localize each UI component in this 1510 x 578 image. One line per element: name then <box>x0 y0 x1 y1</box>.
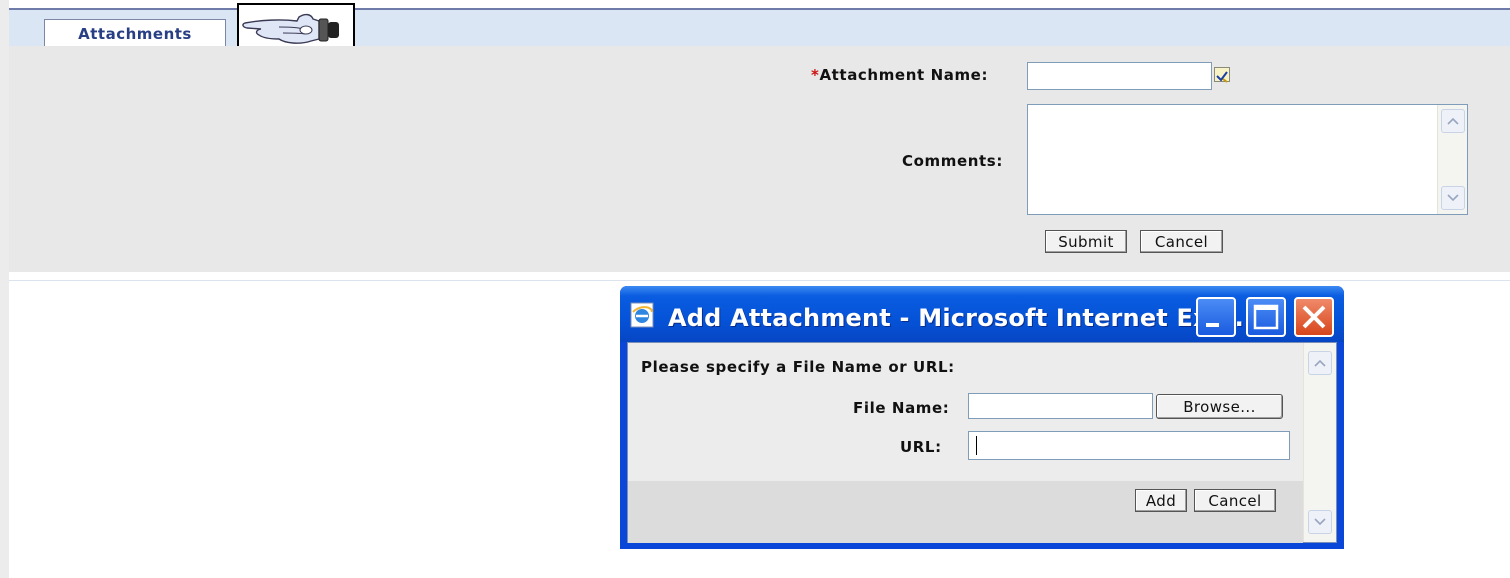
tab-attachments-label: Attachments <box>78 24 192 43</box>
add-attachment-dialog: Add Attachment - Microsoft Internet Expl… <box>620 286 1344 549</box>
chevron-up-icon <box>1314 359 1326 367</box>
add-button[interactable]: Add <box>1135 489 1187 512</box>
dialog-prompt: Please specify a File Name or URL: <box>641 358 955 376</box>
dialog-titlebar[interactable]: Add Attachment - Microsoft Internet Expl… <box>620 286 1344 342</box>
tab-strip <box>9 10 1510 46</box>
minimize-icon <box>1206 323 1219 327</box>
file-name-label: File Name: <box>853 399 950 417</box>
chevron-up-icon <box>1447 117 1459 125</box>
chevron-down-icon <box>1447 194 1459 202</box>
spell-check-glyph <box>1216 71 1228 83</box>
file-name-input[interactable] <box>968 393 1153 419</box>
panel-divider <box>9 280 1510 281</box>
close-icon <box>1302 305 1326 329</box>
url-input[interactable] <box>968 431 1290 460</box>
attachment-name-label-text: Attachment Name: <box>819 66 989 84</box>
scroll-down-button[interactable] <box>1441 186 1465 210</box>
dialog-cancel-button[interactable]: Cancel <box>1194 489 1276 512</box>
dialog-content: Please specify a File Name or URL: File … <box>627 342 1337 543</box>
comments-scrollbar[interactable] <box>1437 105 1467 214</box>
minimize-button[interactable] <box>1196 297 1236 337</box>
tab-attachments[interactable]: Attachments <box>44 19 226 47</box>
cancel-button[interactable]: Cancel <box>1140 230 1223 253</box>
comments-textarea[interactable] <box>1027 104 1468 215</box>
dialog-scroll-down-button[interactable] <box>1308 510 1332 534</box>
maximize-button[interactable] <box>1246 297 1286 337</box>
left-gutter <box>0 0 9 578</box>
dialog-scrollbar[interactable] <box>1303 343 1336 542</box>
maximize-icon <box>1253 304 1279 330</box>
dialog-title: Add Attachment - Microsoft Internet Expl… <box>668 304 1263 332</box>
attachment-name-input[interactable] <box>1027 62 1212 90</box>
spell-check-icon[interactable] <box>1214 67 1230 83</box>
browse-button[interactable]: Browse... <box>1156 394 1283 419</box>
comments-label: Comments: <box>902 152 1003 170</box>
internet-explorer-icon <box>630 302 654 328</box>
scroll-up-button[interactable] <box>1441 109 1465 133</box>
url-label: URL: <box>900 438 942 456</box>
attachment-name-label: *Attachment Name: <box>811 66 988 84</box>
dialog-scroll-up-button[interactable] <box>1308 351 1332 375</box>
chevron-down-icon <box>1314 518 1326 526</box>
text-caret <box>976 436 977 455</box>
submit-button[interactable]: Submit <box>1045 230 1127 253</box>
close-button[interactable] <box>1294 297 1334 337</box>
